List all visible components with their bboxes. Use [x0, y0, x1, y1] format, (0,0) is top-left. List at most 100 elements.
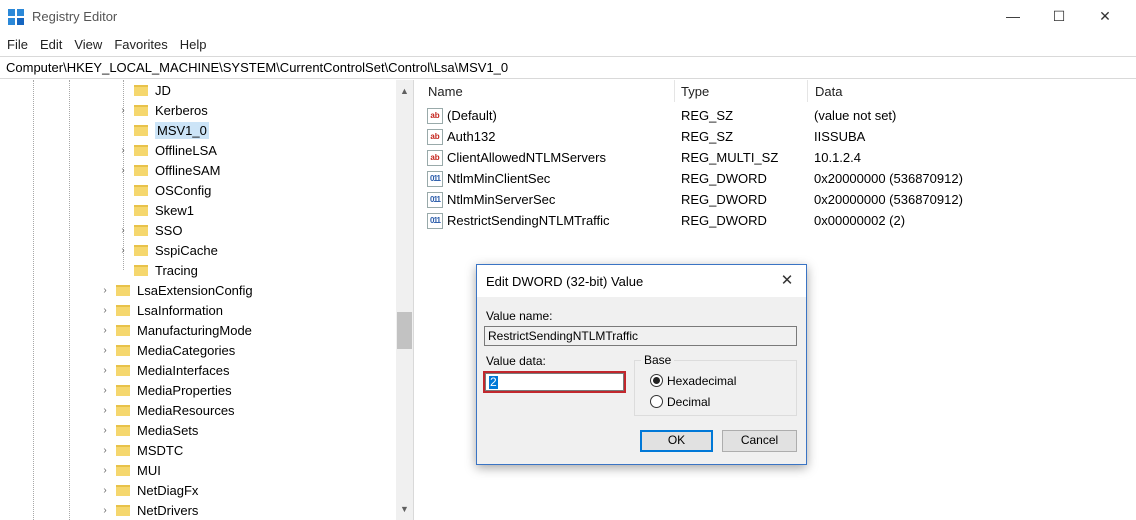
chevron-right-icon[interactable]: ›: [100, 445, 110, 456]
chevron-right-icon[interactable]: ›: [100, 285, 110, 296]
column-separator[interactable]: [807, 80, 808, 102]
window-title: Registry Editor: [32, 9, 118, 24]
value-type: REG_DWORD: [681, 171, 767, 186]
menu-file[interactable]: File: [7, 37, 28, 52]
tree-item[interactable]: › MUI: [100, 460, 161, 480]
tree-item[interactable]: Tracing: [118, 260, 198, 280]
value-row[interactable]: 011 NtlmMinServerSec REG_DWORD 0x20000000 (…: [420, 189, 1136, 210]
value-type: REG_SZ: [681, 129, 734, 144]
chevron-right-icon[interactable]: ›: [118, 145, 128, 156]
tree-item[interactable]: › NetDrivers: [100, 500, 198, 520]
folder-icon: [116, 444, 130, 456]
tree-item-label: OfflineSAM: [155, 162, 221, 178]
value-data: (value not set): [814, 108, 897, 123]
value-type: REG_DWORD: [681, 192, 767, 207]
chevron-right-icon[interactable]: ›: [118, 165, 128, 176]
tree-item[interactable]: MSV1_0: [118, 120, 209, 140]
tree-item[interactable]: › OfflineSAM: [118, 160, 221, 180]
tree-guide-line: [69, 80, 70, 520]
value-row[interactable]: 011 NtlmMinClientSec REG_DWORD 0x20000000 (…: [420, 168, 1136, 189]
chevron-right-icon[interactable]: ›: [100, 405, 110, 416]
tree-item[interactable]: › MediaResources: [100, 400, 234, 420]
chevron-right-icon[interactable]: ›: [100, 365, 110, 376]
value-data-input[interactable]: 2: [483, 371, 626, 393]
chevron-right-icon[interactable]: ›: [118, 225, 128, 236]
column-header-data[interactable]: Data: [815, 84, 842, 99]
tree-item-label: MSDTC: [137, 442, 184, 458]
binary-value-icon: 011: [427, 192, 443, 208]
maximize-button[interactable]: ☐: [1036, 0, 1082, 32]
scroll-down-icon[interactable]: ▼: [396, 500, 413, 517]
value-name: (Default): [447, 108, 497, 123]
tree-scrollbar[interactable]: ▲ ▼: [396, 80, 413, 520]
chevron-right-icon[interactable]: ›: [118, 245, 128, 256]
tree-item[interactable]: › LsaExtensionConfig: [100, 280, 252, 300]
tree-item[interactable]: Skew1: [118, 200, 194, 220]
tree-item[interactable]: › MediaProperties: [100, 380, 231, 400]
ok-button[interactable]: OK: [640, 430, 713, 452]
tree-item[interactable]: OSConfig: [118, 180, 211, 200]
value-row[interactable]: ab Auth132 REG_SZ IISSUBA: [420, 126, 1136, 147]
chevron-right-icon[interactable]: ›: [100, 345, 110, 356]
decimal-radio[interactable]: [650, 395, 663, 408]
value-row[interactable]: ab ClientAllowedNTLMServers REG_MULTI_SZ 10…: [420, 147, 1136, 168]
address-bar[interactable]: Computer\HKEY_LOCAL_MACHINE\SYSTEM\Curre…: [0, 56, 1136, 79]
column-header-name[interactable]: Name: [428, 84, 463, 99]
folder-icon: [134, 84, 148, 96]
tree-item-label: MediaInterfaces: [137, 362, 230, 378]
value-name-label: Value name:: [486, 309, 553, 323]
registry-editor-icon: [8, 9, 24, 25]
chevron-right-icon[interactable]: ›: [100, 505, 110, 516]
value-data: IISSUBA: [814, 129, 866, 144]
tree-item[interactable]: › LsaInformation: [100, 300, 223, 320]
tree-item[interactable]: JD: [118, 80, 171, 100]
dialog-title: Edit DWORD (32-bit) Value: [486, 274, 644, 289]
value-name-field[interactable]: RestrictSendingNTLMTraffic: [484, 326, 797, 346]
value-data-label: Value data:: [486, 354, 546, 368]
value-name: NtlmMinServerSec: [447, 192, 556, 207]
chevron-right-icon[interactable]: ›: [100, 385, 110, 396]
menu-favorites[interactable]: Favorites: [114, 37, 167, 52]
tree-item[interactable]: › OfflineLSA: [118, 140, 217, 160]
tree-item-label: NetDiagFx: [137, 482, 199, 498]
decimal-label[interactable]: Decimal: [667, 395, 710, 409]
scroll-thumb[interactable]: [397, 312, 412, 349]
folder-icon: [116, 384, 130, 396]
value-row[interactable]: ab (Default) REG_SZ (value not set): [420, 105, 1136, 126]
menu-help[interactable]: Help: [180, 37, 207, 52]
tree-item[interactable]: › MediaInterfaces: [100, 360, 230, 380]
folder-icon: [134, 124, 148, 136]
chevron-right-icon[interactable]: ›: [100, 485, 110, 496]
chevron-right-icon[interactable]: ›: [118, 105, 128, 116]
value-type: REG_MULTI_SZ: [681, 150, 779, 165]
tree-item[interactable]: › SSO: [118, 220, 182, 240]
tree-item[interactable]: › NetDiagFx: [100, 480, 198, 500]
value-data: 0x20000000 (536870912): [814, 192, 963, 207]
cancel-button[interactable]: Cancel: [722, 430, 797, 452]
value-row[interactable]: 011 RestrictSendingNTLMTraffic REG_DWORD 0x…: [420, 210, 1136, 231]
menu-view[interactable]: View: [74, 37, 102, 52]
value-type: REG_SZ: [681, 108, 734, 123]
tree-item[interactable]: › Kerberos: [118, 100, 208, 120]
chevron-right-icon[interactable]: ›: [100, 465, 110, 476]
column-header-type[interactable]: Type: [681, 84, 709, 99]
chevron-right-icon[interactable]: ›: [100, 325, 110, 336]
scroll-up-icon[interactable]: ▲: [396, 82, 413, 99]
tree-item[interactable]: › MediaSets: [100, 420, 198, 440]
column-separator[interactable]: [674, 80, 675, 102]
tree-item[interactable]: › ManufacturingMode: [100, 320, 252, 340]
dialog-close-icon[interactable]: ✕: [777, 271, 797, 291]
tree-item[interactable]: › MediaCategories: [100, 340, 235, 360]
hexadecimal-label[interactable]: Hexadecimal: [667, 374, 736, 388]
folder-icon: [116, 504, 130, 516]
menu-edit[interactable]: Edit: [40, 37, 62, 52]
hexadecimal-radio[interactable]: [650, 374, 663, 387]
chevron-right-icon[interactable]: ›: [100, 425, 110, 436]
tree-item-label: Kerberos: [155, 102, 208, 118]
close-window-button[interactable]: ✕: [1082, 0, 1128, 32]
tree-item[interactable]: › MSDTC: [100, 440, 183, 460]
tree-item[interactable]: › SspiCache: [118, 240, 218, 260]
binary-value-icon: 011: [427, 171, 443, 187]
chevron-right-icon[interactable]: ›: [100, 305, 110, 316]
minimize-button[interactable]: —: [990, 0, 1036, 32]
